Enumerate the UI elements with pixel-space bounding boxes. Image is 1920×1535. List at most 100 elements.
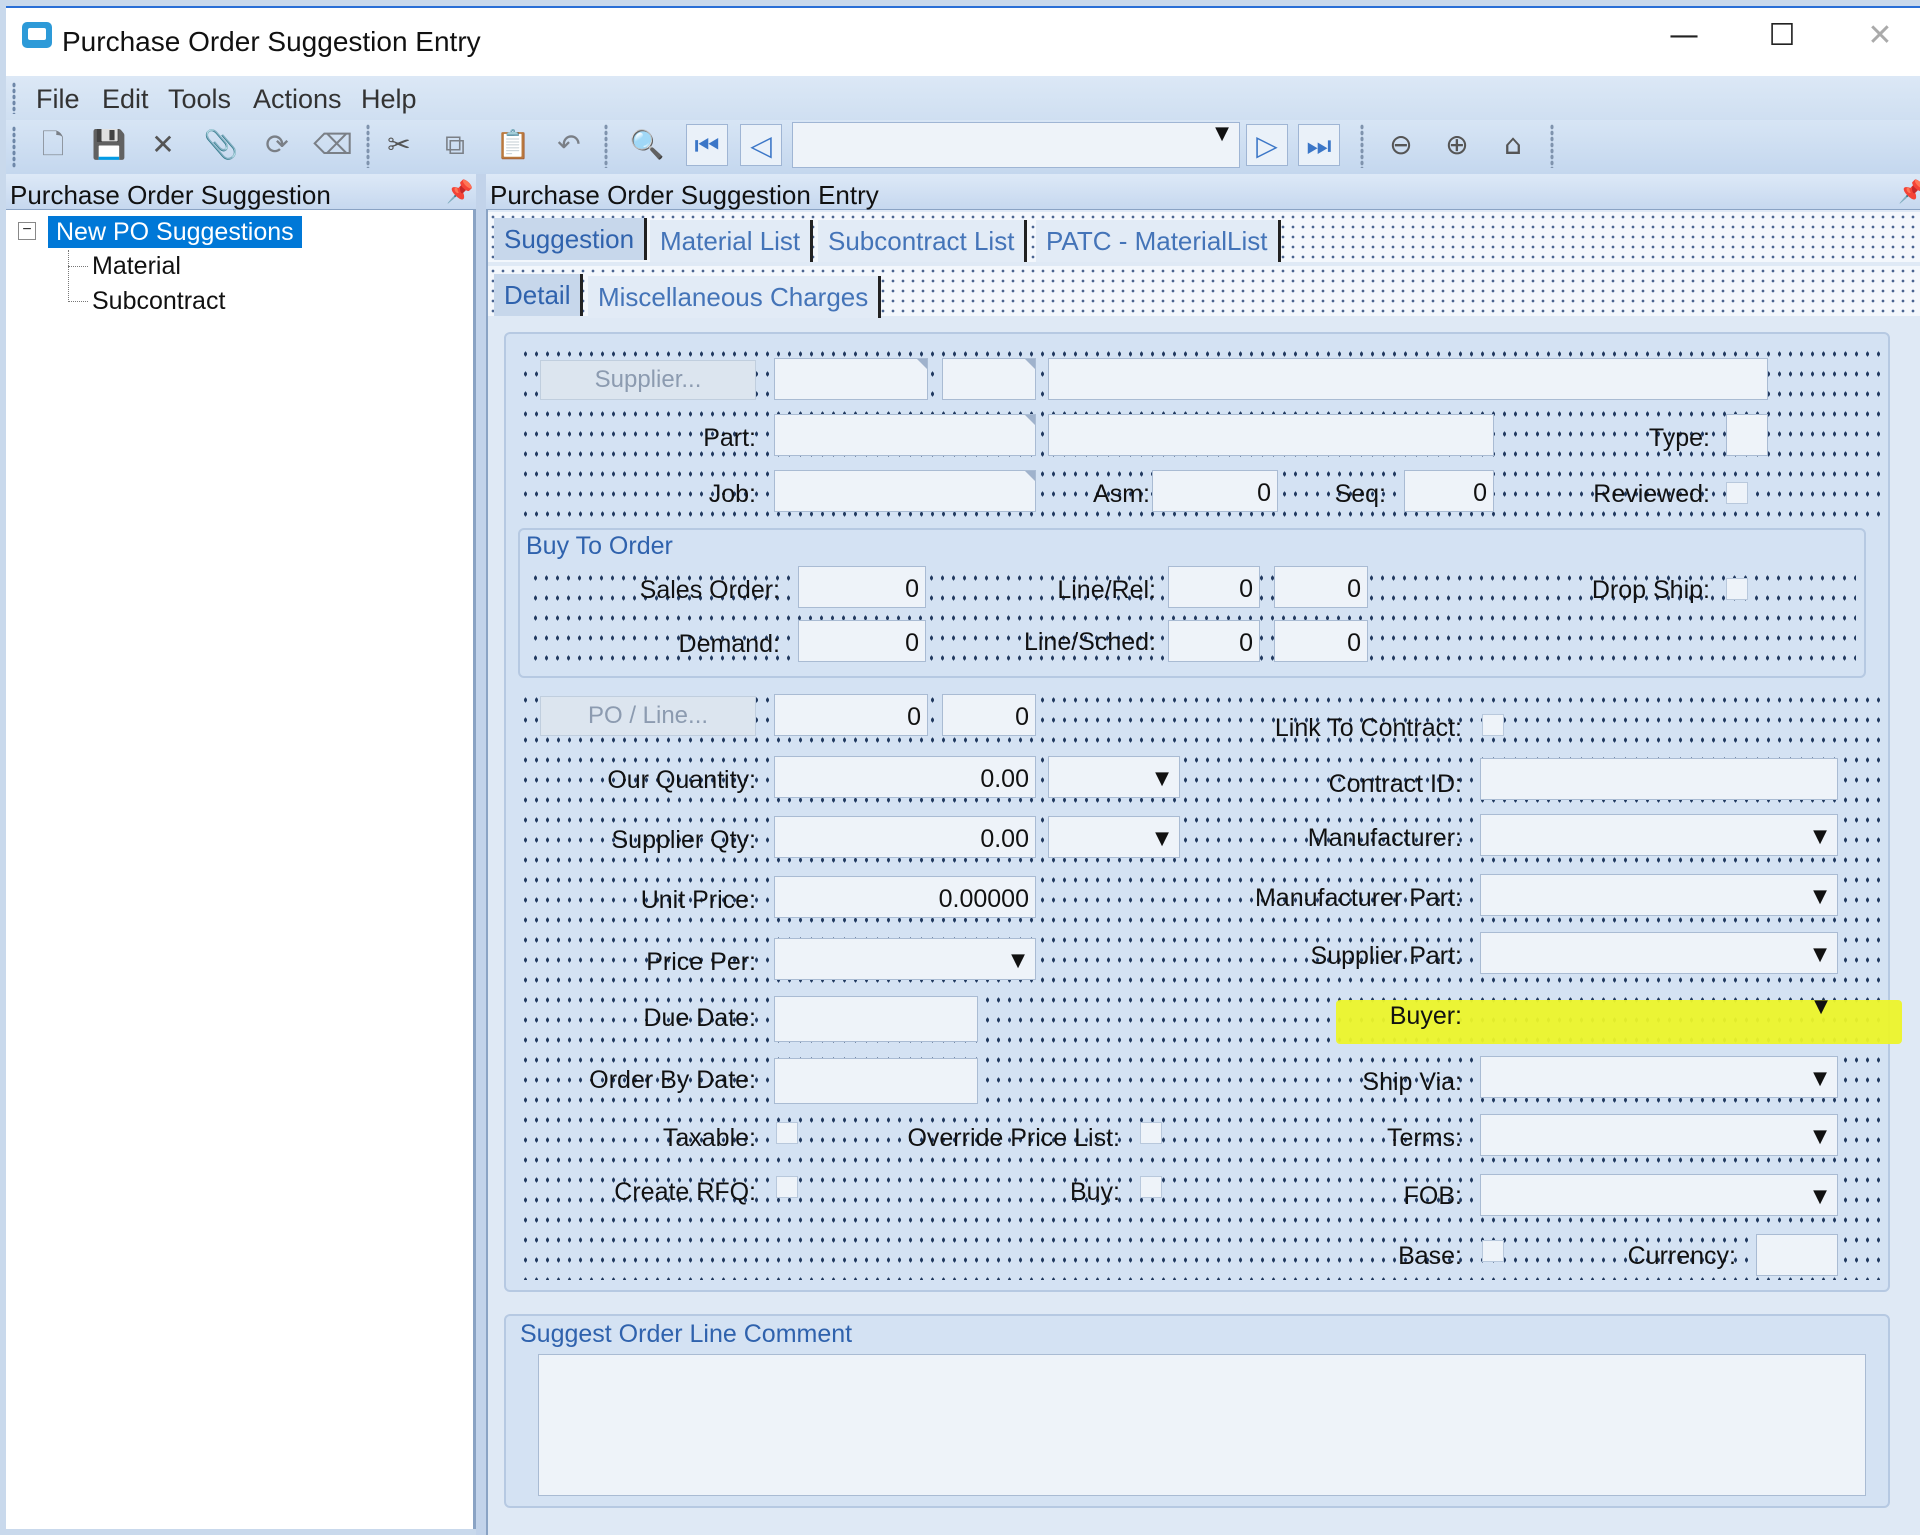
app-icon [22, 22, 52, 48]
currency-label: Currency: [1627, 1242, 1736, 1270]
copy-icon[interactable]: ⧉ [434, 124, 476, 166]
record-navigation-dropdown[interactable] [792, 122, 1240, 168]
supplier-part-dropdown[interactable] [1480, 932, 1838, 977]
rel-field[interactable]: 0 [1274, 566, 1368, 608]
new-icon[interactable]: 🗋 [32, 124, 74, 166]
override-price-list-checkbox[interactable] [1140, 1122, 1162, 1144]
attach-icon[interactable]: 📎 [200, 124, 242, 166]
menu-help[interactable]: Help [361, 84, 417, 115]
pane-splitter[interactable] [476, 174, 486, 1535]
job-field[interactable] [774, 470, 1036, 512]
menu-actions[interactable]: Actions [253, 84, 342, 115]
base-checkbox[interactable] [1482, 1240, 1504, 1262]
search-icon[interactable]: 🔍 [626, 124, 668, 166]
last-record-icon[interactable]: ⏭ [1298, 124, 1340, 166]
unit-price-field[interactable]: 0.00000 [774, 876, 1036, 918]
minimize-button[interactable]: — [1654, 18, 1714, 54]
create-rfq-checkbox[interactable] [776, 1176, 798, 1198]
seq-field[interactable]: 0 [1404, 470, 1494, 512]
delete-icon[interactable]: ✕ [142, 124, 184, 166]
supplier-site-field[interactable] [942, 358, 1036, 400]
po-number-field[interactable]: 0 [774, 694, 928, 736]
sales-order-field[interactable]: 0 [798, 566, 926, 608]
tab-detail[interactable]: Detail [494, 274, 584, 316]
tab-suggestion[interactable]: Suggestion [494, 218, 648, 260]
supplier-qty-uom-dropdown[interactable] [1048, 816, 1180, 861]
tree-connector [68, 301, 88, 302]
supplier-name-field[interactable] [1048, 358, 1768, 400]
tab-material-list[interactable]: Material List [650, 220, 814, 262]
currency-field[interactable] [1756, 1234, 1838, 1276]
due-date-field[interactable] [774, 996, 978, 1042]
po-line-button[interactable]: PO / Line... [540, 696, 756, 736]
menu-tools[interactable]: Tools [168, 84, 231, 115]
demand-line-field[interactable]: 0 [1168, 620, 1260, 662]
collapse-icon[interactable]: − [18, 222, 36, 240]
next-record-icon[interactable]: ▷ [1246, 124, 1288, 166]
demand-field[interactable]: 0 [798, 620, 926, 662]
reviewed-checkbox[interactable] [1726, 482, 1748, 504]
sched-field[interactable]: 0 [1274, 620, 1368, 662]
back-icon[interactable]: ⊖ [1380, 124, 1422, 166]
ship-via-label: Ship Via: [1362, 1068, 1462, 1096]
undo-icon[interactable]: ↶ [548, 124, 590, 166]
fob-dropdown[interactable] [1480, 1174, 1838, 1219]
menu-edit[interactable]: Edit [102, 84, 149, 115]
tree-node-new-po-suggestions[interactable]: New PO Suggestions [48, 216, 302, 248]
toolbar-separator [1360, 124, 1364, 168]
type-field[interactable] [1726, 414, 1768, 456]
buy-checkbox[interactable] [1140, 1176, 1162, 1198]
asm-label: Asm: [1093, 480, 1150, 508]
tree-node-subcontract[interactable]: Subcontract [92, 287, 225, 316]
part-field[interactable] [774, 414, 1036, 456]
cut-icon[interactable]: ✂ [378, 124, 420, 166]
save-icon[interactable]: 💾 [88, 124, 130, 166]
manufacturer-part-dropdown[interactable] [1480, 874, 1838, 919]
supplier-id-field[interactable] [774, 358, 928, 400]
toolbar-separator [604, 124, 608, 168]
taxable-checkbox[interactable] [776, 1122, 798, 1144]
tree-node-material[interactable]: Material [92, 252, 181, 281]
first-record-icon[interactable]: ⏮ [686, 124, 728, 166]
drop-ship-checkbox[interactable] [1726, 578, 1748, 600]
part-description-field[interactable] [1048, 414, 1494, 456]
buyer-dropdown[interactable] [1480, 996, 1838, 1038]
our-quantity-field[interactable]: 0.00 [774, 756, 1036, 798]
line-rel-label: Line/Rel: [1057, 576, 1156, 604]
paste-icon[interactable]: 📋 [492, 124, 534, 166]
comment-textarea[interactable] [538, 1354, 1866, 1496]
link-to-contract-checkbox[interactable] [1482, 714, 1504, 736]
reviewed-label: Reviewed: [1593, 480, 1710, 508]
tab-subcontract-list[interactable]: Subcontract List [818, 220, 1028, 262]
forward-icon[interactable]: ⊕ [1436, 124, 1478, 166]
home-icon[interactable]: ⌂ [1492, 124, 1534, 166]
refresh-icon[interactable]: ⟳ [256, 124, 298, 166]
close-button[interactable]: ✕ [1850, 18, 1910, 54]
buy-label: Buy: [1069, 1178, 1120, 1206]
tab-miscellaneous-charges[interactable]: Miscellaneous Charges [588, 276, 882, 318]
contract-id-field[interactable] [1480, 758, 1838, 800]
clear-icon[interactable]: ⌫ [312, 124, 354, 166]
terms-dropdown[interactable] [1480, 1114, 1838, 1159]
tab-patc-materiallist[interactable]: PATC - MaterialList [1036, 220, 1281, 262]
price-per-dropdown[interactable] [774, 938, 1036, 983]
link-to-contract-label: Link To Contract: [1274, 714, 1462, 742]
line-field[interactable]: 0 [1168, 566, 1260, 608]
ship-via-dropdown[interactable] [1480, 1056, 1838, 1101]
supplier-qty-field[interactable]: 0.00 [774, 816, 1036, 858]
supplier-button[interactable]: Supplier... [540, 360, 756, 400]
maximize-button[interactable]: ☐ [1752, 18, 1812, 54]
pin-icon[interactable]: 📌 [1898, 180, 1920, 205]
order-by-date-field[interactable] [774, 1058, 978, 1104]
previous-record-icon[interactable]: ◁ [740, 124, 782, 166]
type-label: Type: [1648, 424, 1710, 452]
menu-grip [12, 82, 16, 114]
manufacturer-dropdown[interactable] [1480, 814, 1838, 859]
pin-icon[interactable]: 📌 [446, 180, 473, 205]
buy-to-order-title: Buy To Order [526, 532, 673, 560]
po-line-field[interactable]: 0 [942, 694, 1036, 736]
menu-file[interactable]: File [36, 84, 80, 115]
part-label: Part: [703, 424, 756, 452]
our-quantity-uom-dropdown[interactable] [1048, 756, 1180, 801]
asm-field[interactable]: 0 [1152, 470, 1278, 512]
